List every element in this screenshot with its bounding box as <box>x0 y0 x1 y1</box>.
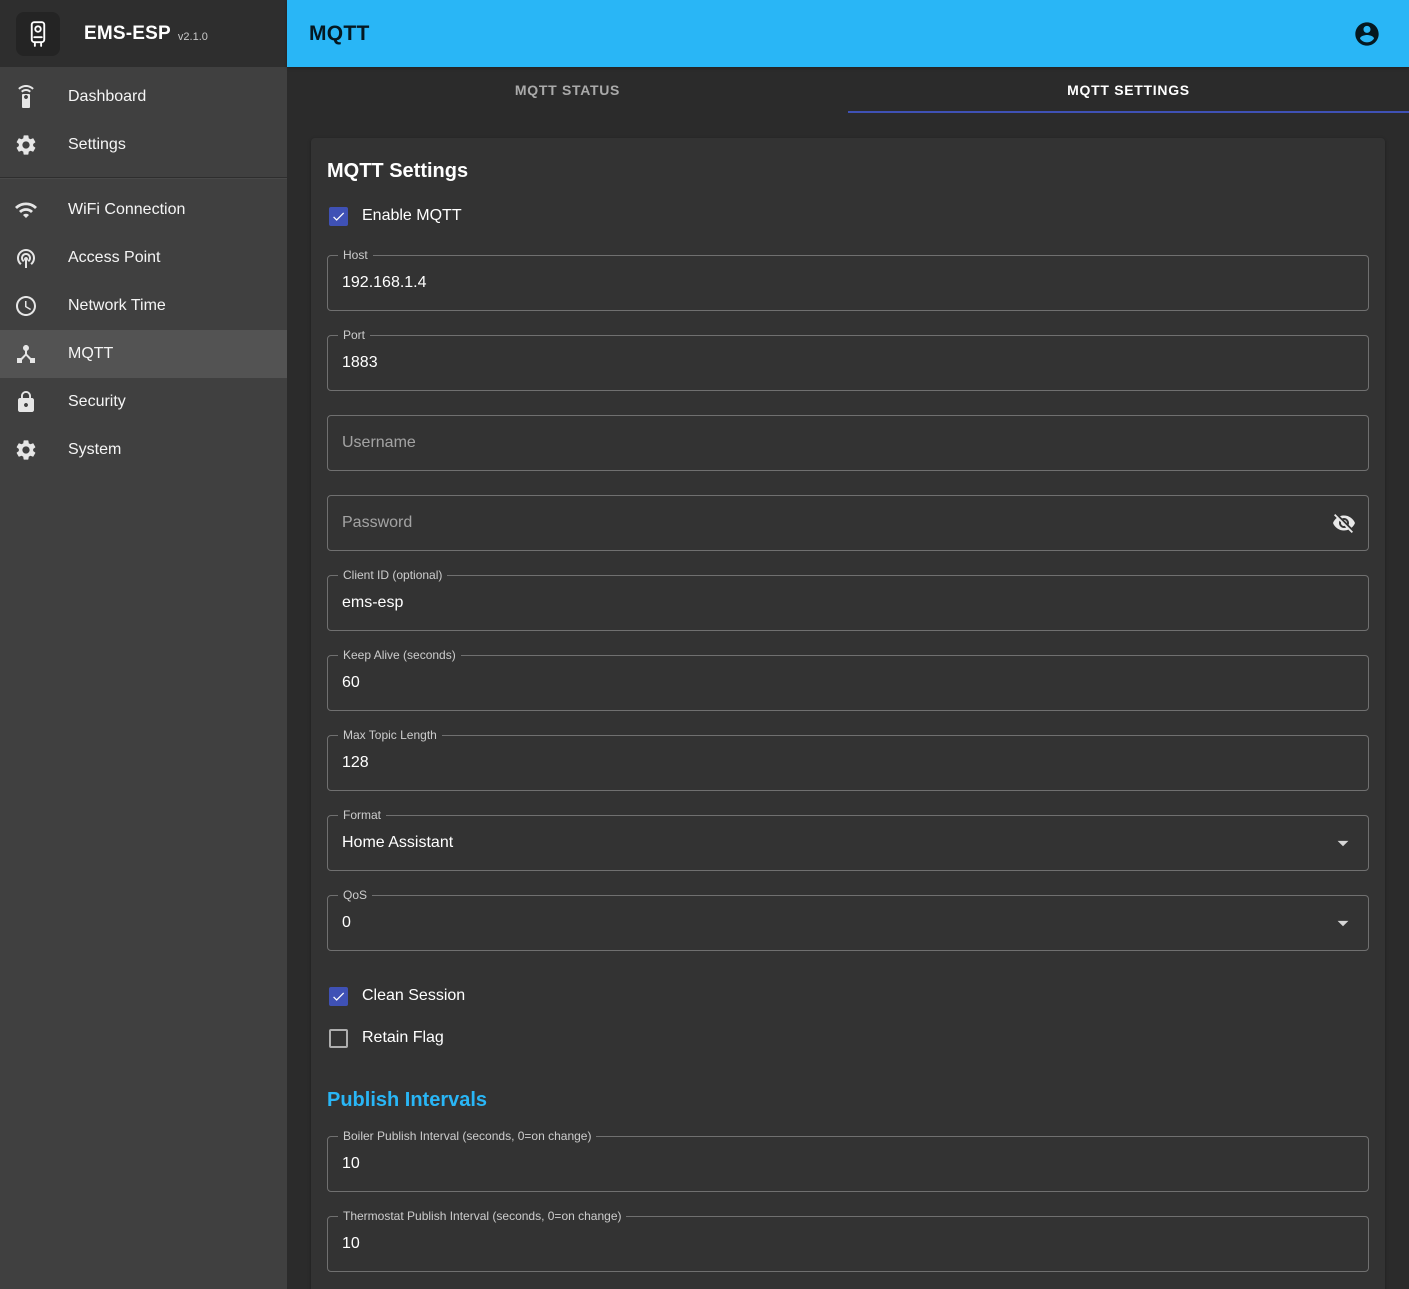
boiler-logo-icon <box>16 12 60 56</box>
app-bar: MQTT <box>287 0 1409 67</box>
sidebar-item-system[interactable]: System <box>0 426 287 474</box>
gear-icon <box>14 438 38 462</box>
format-select[interactable]: Format Home Assistant <box>327 815 1369 871</box>
brand-title: EMS-ESP <box>84 23 171 45</box>
clock-icon <box>14 294 38 318</box>
boiler-publish-interval-value: 10 <box>342 1155 360 1173</box>
device-hub-icon <box>14 342 38 366</box>
checkbox-icon <box>329 1029 348 1048</box>
sidebar-item-label: Dashboard <box>68 88 146 106</box>
dropdown-arrow-icon <box>1330 830 1356 856</box>
dropdown-arrow-icon <box>1330 910 1356 936</box>
brand-version: v2.1.0 <box>178 24 208 43</box>
thermostat-publish-interval-label: Thermostat Publish Interval (seconds, 0=… <box>338 1209 626 1224</box>
client-id-field[interactable]: Client ID (optional) ems-esp <box>327 575 1369 631</box>
checkbox-label: Enable MQTT <box>362 207 462 225</box>
app-root: EMS-ESP v2.1.0 Dashboard Settings WiFi C… <box>0 0 1409 1289</box>
sidebar-item-label: Security <box>68 393 126 411</box>
thermostat-publish-interval-value: 10 <box>342 1235 360 1253</box>
checkbox-label: Retain Flag <box>362 1029 444 1047</box>
clean-session-checkbox[interactable]: Clean Session <box>327 975 1369 1017</box>
format-select-label: Format <box>338 808 386 823</box>
sidebar-item-access-point[interactable]: Access Point <box>0 234 287 282</box>
qos-select-label: QoS <box>338 888 372 903</box>
sidebar-item-label: Network Time <box>68 297 166 315</box>
max-topic-length-field-label: Max Topic Length <box>338 728 442 743</box>
tab-bar: MQTT STATUS MQTT SETTINGS <box>287 67 1409 113</box>
keep-alive-field-value: 60 <box>342 674 360 692</box>
client-id-field-label: Client ID (optional) <box>338 568 447 583</box>
host-field-label: Host <box>338 248 373 263</box>
thermostat-publish-interval-field[interactable]: Thermostat Publish Interval (seconds, 0=… <box>327 1216 1369 1272</box>
remote-icon <box>14 85 38 109</box>
sidebar-item-label: MQTT <box>68 345 113 363</box>
boiler-publish-interval-field[interactable]: Boiler Publish Interval (seconds, 0=on c… <box>327 1136 1369 1192</box>
mqtt-settings-card: MQTT Settings Enable MQTT Host 192.168.1… <box>311 138 1385 1289</box>
host-field-value: 192.168.1.4 <box>342 274 427 292</box>
wifi-icon <box>14 198 38 222</box>
tab-mqtt-status[interactable]: MQTT STATUS <box>287 67 848 113</box>
sidebar-nav: Dashboard Settings WiFi Connection Acces… <box>0 67 287 474</box>
checkbox-icon <box>329 987 348 1006</box>
qos-select[interactable]: QoS 0 <box>327 895 1369 951</box>
keep-alive-field[interactable]: Keep Alive (seconds) 60 <box>327 655 1369 711</box>
content-area: MQTT Settings Enable MQTT Host 192.168.1… <box>287 113 1409 1289</box>
main-column: MQTT MQTT STATUS MQTT SETTINGS MQTT Sett… <box>287 0 1409 1289</box>
client-id-field-value: ems-esp <box>342 594 403 612</box>
port-field[interactable]: Port 1883 <box>327 335 1369 391</box>
keep-alive-field-label: Keep Alive (seconds) <box>338 648 461 663</box>
sidebar-item-security[interactable]: Security <box>0 378 287 426</box>
max-topic-length-field[interactable]: Max Topic Length 128 <box>327 735 1369 791</box>
card-title: MQTT Settings <box>327 160 1369 183</box>
username-field[interactable]: Username <box>327 415 1369 471</box>
wifi-tethering-icon <box>14 246 38 270</box>
username-placeholder: Username <box>342 434 416 452</box>
sidebar-item-label: WiFi Connection <box>68 201 185 219</box>
publish-intervals-heading: Publish Intervals <box>327 1089 1369 1112</box>
sidebar-item-label: System <box>68 441 121 459</box>
page-title: MQTT <box>309 22 370 46</box>
format-select-value: Home Assistant <box>342 834 453 852</box>
sidebar-item-settings[interactable]: Settings <box>0 121 287 169</box>
checkbox-icon <box>329 207 348 226</box>
sidebar-item-network-time[interactable]: Network Time <box>0 282 287 330</box>
sidebar-divider <box>0 177 287 178</box>
sidebar: EMS-ESP v2.1.0 Dashboard Settings WiFi C… <box>0 0 287 1289</box>
sidebar-item-label: Settings <box>68 136 126 154</box>
account-circle-icon[interactable] <box>1347 14 1387 54</box>
visibility-off-icon[interactable] <box>1332 511 1356 535</box>
tab-mqtt-settings[interactable]: MQTT SETTINGS <box>848 67 1409 113</box>
sidebar-item-mqtt[interactable]: MQTT <box>0 330 287 378</box>
port-field-label: Port <box>338 328 370 343</box>
port-field-value: 1883 <box>342 354 378 372</box>
sidebar-item-dashboard[interactable]: Dashboard <box>0 73 287 121</box>
retain-flag-checkbox[interactable]: Retain Flag <box>327 1017 1369 1059</box>
gear-icon <box>14 133 38 157</box>
brand-header: EMS-ESP v2.1.0 <box>0 0 287 67</box>
max-topic-length-field-value: 128 <box>342 754 369 772</box>
host-field[interactable]: Host 192.168.1.4 <box>327 255 1369 311</box>
boiler-publish-interval-label: Boiler Publish Interval (seconds, 0=on c… <box>338 1129 596 1144</box>
password-field[interactable]: Password <box>327 495 1369 551</box>
sidebar-item-label: Access Point <box>68 249 160 267</box>
qos-select-value: 0 <box>342 914 351 932</box>
sidebar-item-wifi-connection[interactable]: WiFi Connection <box>0 186 287 234</box>
checkbox-label: Clean Session <box>362 987 465 1005</box>
enable-mqtt-checkbox[interactable]: Enable MQTT <box>327 195 1369 237</box>
password-placeholder: Password <box>342 514 412 532</box>
lock-icon <box>14 390 38 414</box>
